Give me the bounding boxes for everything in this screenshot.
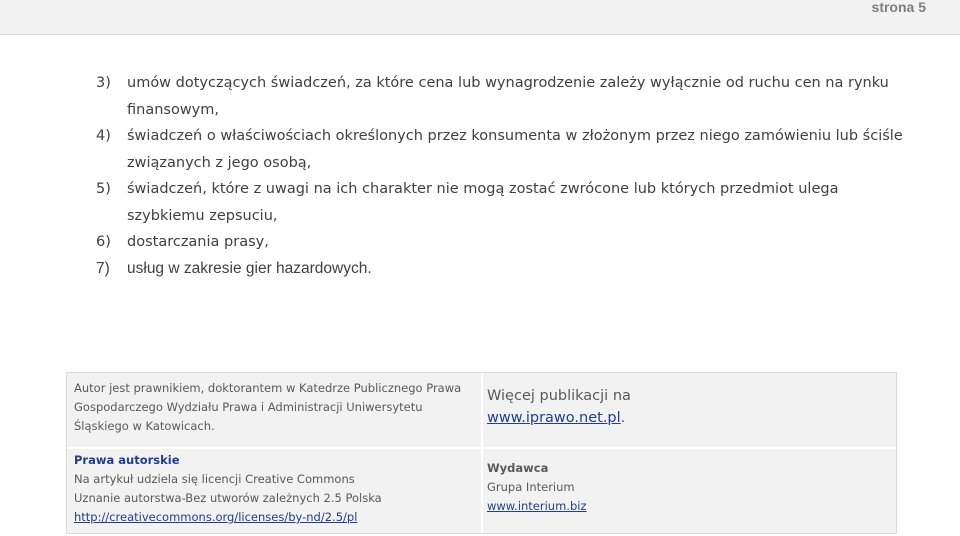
publisher-name: Grupa Interium bbox=[487, 480, 575, 494]
license-heading: Prawa autorskie bbox=[74, 453, 180, 467]
list-item: 3) umów dotyczących świadczeń, za które … bbox=[96, 70, 916, 123]
page-header: strona 5 bbox=[0, 0, 960, 35]
list-item-number: 5) bbox=[96, 181, 111, 197]
license-link[interactable]: http://creativecommons.org/licenses/by-n… bbox=[74, 510, 357, 524]
list-item-text: usług w zakresie gier hazardowych. bbox=[127, 259, 372, 277]
list-item-number: 6) bbox=[96, 234, 111, 250]
footer-box: Autor jest prawnikiem, doktorantem w Kat… bbox=[66, 372, 897, 534]
page-number: strona 5 bbox=[871, 0, 926, 15]
list-item: 7) usług w zakresie gier hazardowych. bbox=[96, 256, 916, 283]
list-item-text: świadczeń o właściwościach określonych p… bbox=[127, 128, 903, 144]
publisher-link[interactable]: www.interium.biz bbox=[487, 499, 587, 513]
list-item-number: 4) bbox=[96, 128, 111, 144]
publisher-heading: Wydawca bbox=[487, 461, 549, 475]
list-item: 5) świadczeń, które z uwagi na ich chara… bbox=[96, 176, 916, 229]
footer-divider bbox=[481, 373, 483, 533]
list-item-text: świadczeń, które z uwagi na ich charakte… bbox=[127, 181, 839, 197]
author-note: Autor jest prawnikiem, doktorantem w Kat… bbox=[74, 379, 474, 436]
list-item-text: umów dotyczących świadczeń, za które cen… bbox=[127, 75, 889, 91]
more-publications-suffix: . bbox=[620, 410, 626, 426]
exclusions-list: 3) umów dotyczących świadczeń, za które … bbox=[96, 70, 916, 282]
footer-divider bbox=[67, 447, 896, 449]
publisher-info: Wydawca Grupa Interium www.interium.biz bbox=[487, 459, 887, 516]
license-info: Prawa autorskie Na artykuł udziela się l… bbox=[74, 451, 474, 527]
iprawo-link[interactable]: www.iprawo.net.pl bbox=[487, 410, 621, 426]
author-note-line: Gospodarczego Wydziału Prawa i Administr… bbox=[74, 400, 423, 414]
list-item: 6) dostarczania prasy, bbox=[96, 229, 916, 256]
list-item-number: 3) bbox=[96, 75, 111, 91]
list-item-text: związanych z jego osobą, bbox=[127, 154, 312, 171]
author-note-line: Śląskiego w Katowicach. bbox=[74, 419, 215, 433]
author-note-line: Autor jest prawnikiem, doktorantem w Kat… bbox=[74, 381, 462, 395]
more-publications: Więcej publikacji na www.iprawo.net.pl. bbox=[487, 385, 887, 429]
list-item-text: szybkiemu zepsuciu, bbox=[127, 207, 278, 224]
license-line: Na artykuł udziela się licencji Creative… bbox=[74, 472, 355, 486]
license-line: Uznanie autorstwa-Bez utworów zależnych … bbox=[74, 491, 382, 505]
list-item-text: dostarczania prasy, bbox=[127, 234, 269, 250]
list-item: 4) świadczeń o właściwościach określonyc… bbox=[96, 123, 916, 176]
list-item-number: 7) bbox=[96, 259, 110, 277]
list-item-text: finansowym, bbox=[127, 101, 219, 118]
more-publications-text: Więcej publikacji na bbox=[487, 388, 631, 404]
